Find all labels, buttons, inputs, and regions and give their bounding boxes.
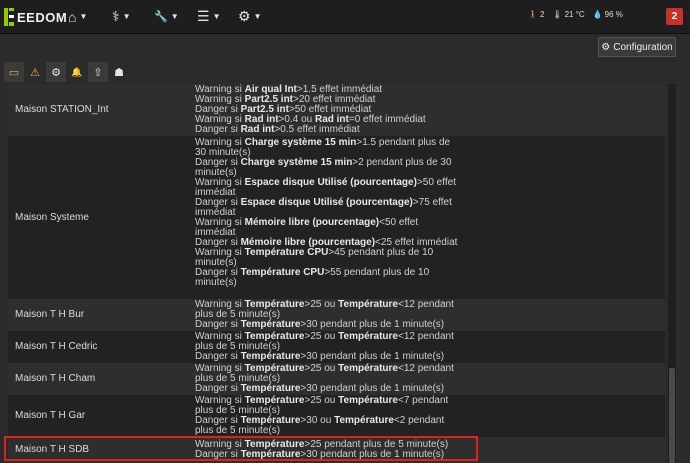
alert-condition-line: Warning si Espace disque Utilisé (pource… [195, 177, 456, 198]
alert-conditions: Warning si Air qual Int>1.5 effet immédi… [195, 85, 460, 135]
equipment-name[interactable]: Maison Systeme [15, 212, 89, 223]
alert-condition-line: Warning si Température>25 ou Température… [195, 395, 449, 416]
temperature-value: 21 °C [564, 10, 585, 19]
configuration-button[interactable]: ⚙ Configuration [598, 37, 676, 57]
nav-tools[interactable]: 🔧 ▼ [154, 0, 179, 33]
equipment-name[interactable]: Maison T H Cedric [15, 341, 97, 352]
wrench-icon: 🔧 [154, 11, 168, 23]
list-icon: ☰ [197, 8, 210, 24]
alert-conditions: Warning si Température>25 ou Température… [195, 300, 460, 330]
ghost-filter-button[interactable]: ☗ [109, 62, 129, 82]
stethoscope-icon: ⚕ [112, 8, 120, 24]
alert-condition-line: Warning si Charge système 15 min>1.5 pen… [195, 137, 451, 158]
table-row: Maison T H Bur Warning si Température>25 … [8, 299, 665, 331]
notification-badge[interactable]: 2 [666, 8, 683, 25]
home-icon: ⌂ [68, 8, 77, 25]
thermometer-icon: 🌡 [552, 10, 563, 19]
alert-condition-line: Danger si Espace disque Utilisé (pourcen… [195, 197, 452, 218]
caret-down-icon: ▼ [212, 12, 221, 21]
alert-conditions: Warning si Charge système 15 min>1.5 pen… [195, 138, 460, 288]
alert-condition-line: Danger si Charge système 15 min>2 pendan… [195, 157, 452, 178]
filter-toolbar: ▭ ⚠ ⚙ 🔔 ⇧ ☗ [4, 61, 130, 83]
nav-settings[interactable]: ⚙ ▼ [238, 0, 261, 33]
caret-down-icon: ▼ [79, 12, 88, 21]
alert-condition-line: Danger si Température>30 ou Température<… [195, 415, 445, 436]
equipment-name[interactable]: Maison T H Bur [15, 309, 84, 320]
nav-home[interactable]: ⌂ ▼ [68, 0, 87, 33]
top-navbar: EEDOM ⌂ ▼ ⚕ ▼ 🔧 ▼ ☰ ▼ ⚙ ▼ 🚶 2 🌡 21 °C 💧 96 % … [0, 0, 690, 34]
alert-condition-line: Danger si Température CPU>55 pendant plu… [195, 267, 430, 288]
cogs-filter-button[interactable]: ⚙ [46, 62, 66, 82]
battery-filter-button[interactable]: ▭ [4, 62, 24, 82]
equipment-name[interactable]: Maison STATION_Int [15, 104, 109, 115]
highlight-box [4, 436, 478, 461]
alert-condition-line: Danger si Température>30 pendant plus de… [195, 351, 445, 362]
table-row: Maison T H Gar Warning si Température>25 … [8, 395, 665, 437]
alert-condition-line: Danger si Température>30 pendant plus de… [195, 319, 445, 330]
alert-condition-line: Danger si Rad int>0.5 effet immédiat [195, 124, 360, 135]
cogs-icon: ⚙ [51, 66, 61, 79]
table-row: Maison T H Cham Warning si Température>25… [8, 363, 665, 395]
alert-condition-line: Warning si Température>25 ou Température… [195, 299, 454, 320]
alert-condition-line: Warning si Température CPU>45 pendant pl… [195, 247, 434, 268]
upload-filter-button[interactable]: ⇧ [88, 62, 108, 82]
humidity-value: 96 % [604, 10, 623, 19]
person-walking-icon: 🚶 [528, 10, 538, 19]
alert-condition-line: Warning si Mémoire libre (pourcentage)<5… [195, 217, 419, 238]
table-row: Maison STATION_Int Warning si Air qual In… [8, 84, 665, 136]
gear-icon: ⚙ [238, 8, 251, 24]
jeedom-logo[interactable]: EEDOM [4, 6, 67, 28]
alert-conditions: Warning si Température>25 ou Température… [195, 332, 460, 362]
nav-list[interactable]: ☰ ▼ [197, 0, 220, 33]
caret-down-icon: ▼ [170, 12, 179, 21]
battery-icon: ▭ [8, 66, 20, 79]
warning-icon: ⚠ [30, 66, 40, 79]
cogs-icon: ⚙ [601, 41, 611, 53]
alert-condition-line: Danger si Température>30 pendant plus de… [195, 383, 445, 394]
logo-text: EEDOM [17, 9, 68, 25]
bell-filter-button[interactable]: 🔔 [67, 62, 87, 82]
droplet-icon: 💧 [592, 10, 603, 19]
bell-icon: 🔔 [71, 66, 83, 77]
alert-condition-line: Warning si Température>25 ou Température… [195, 331, 454, 352]
table-row: Maison Systeme Warning si Charge système … [8, 136, 665, 299]
equipment-name[interactable]: Maison T H Cham [15, 373, 95, 384]
ghost-icon: ☗ [114, 66, 124, 79]
persons-count: 2 [539, 10, 545, 19]
scrollbar-thumb[interactable] [669, 368, 675, 463]
alerts-table: Maison STATION_Int Warning si Air qual In… [8, 84, 665, 463]
caret-down-icon: ▼ [122, 12, 131, 21]
upload-icon: ⇧ [93, 66, 103, 79]
alert-conditions: Warning si Température>25 ou Température… [195, 364, 460, 394]
table-row: Maison T H Cedric Warning si Température>… [8, 331, 665, 363]
caret-down-icon: ▼ [253, 12, 262, 21]
equipment-name[interactable]: Maison T H Gar [15, 410, 85, 421]
logo-mark-icon [4, 8, 16, 26]
alert-conditions: Warning si Température>25 ou Température… [195, 396, 460, 436]
configuration-label: Configuration [613, 41, 673, 53]
nav-health[interactable]: ⚕ ▼ [112, 0, 131, 33]
header-info: 🚶 2 🌡 21 °C 💧 96 % [528, 10, 625, 19]
alert-condition-line: Warning si Température>25 ou Température… [195, 363, 454, 384]
warning-filter-button[interactable]: ⚠ [25, 62, 45, 82]
